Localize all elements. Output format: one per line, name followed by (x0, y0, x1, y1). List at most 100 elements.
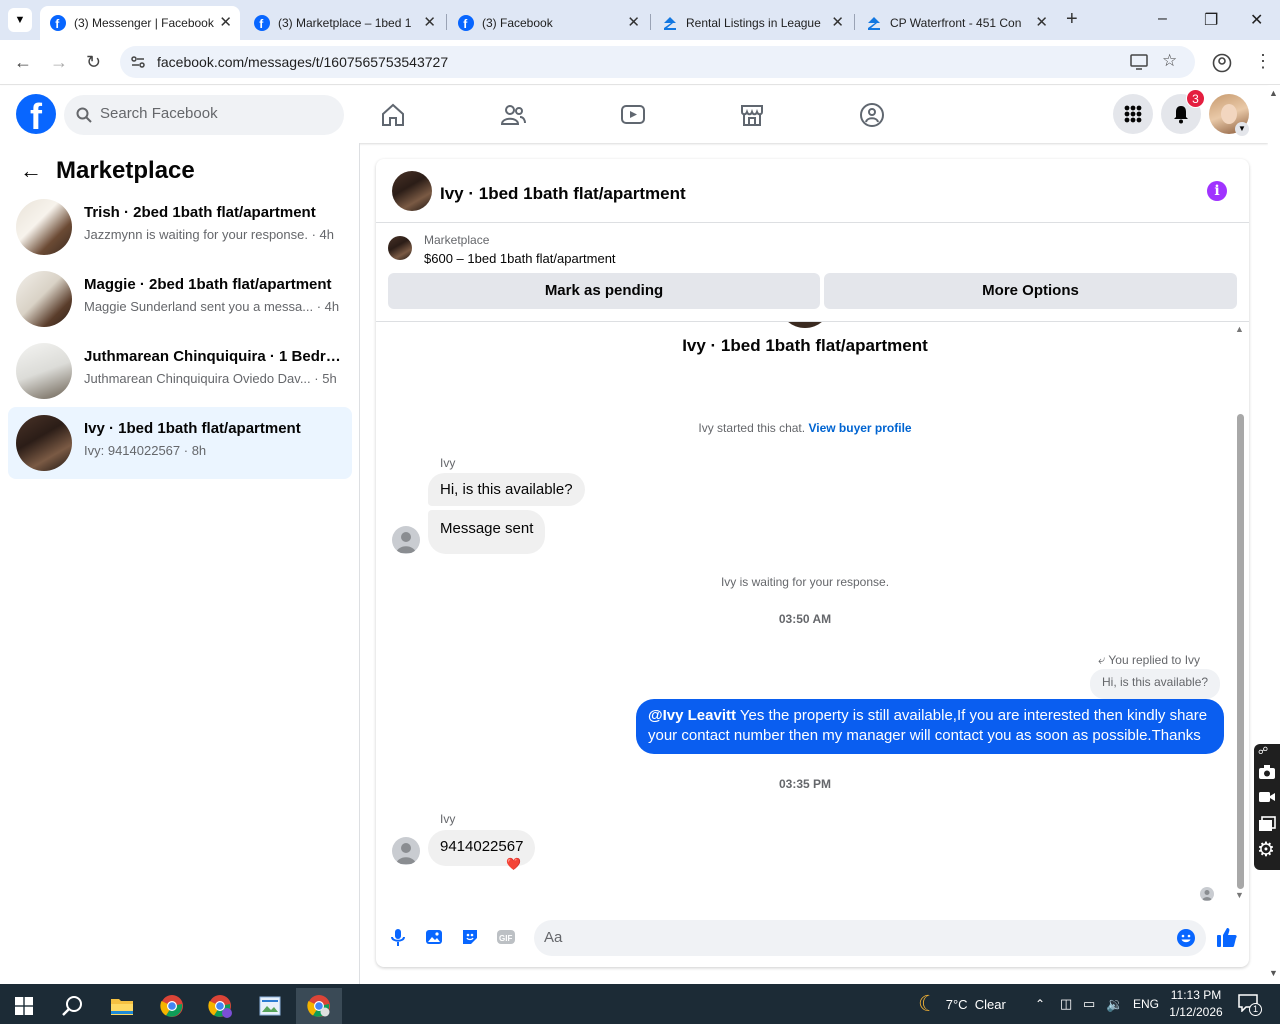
scrollbar-thumb[interactable] (1237, 414, 1244, 889)
chrome-active-button[interactable] (296, 988, 342, 1024)
info-icon[interactable]: i (1207, 181, 1227, 201)
chat-title[interactable]: Ivy · 1bed 1bath flat/apartment (440, 184, 686, 204)
account-chevron-icon[interactable]: ▼ (1235, 122, 1249, 136)
listing-price[interactable]: $600 – 1bed 1bath flat/apartment (424, 251, 616, 266)
search-input[interactable] (100, 105, 330, 122)
more-options-button[interactable]: More Options (824, 273, 1237, 309)
network-icon[interactable]: ▭ (1083, 984, 1095, 1024)
tab-title: (3) Marketplace – 1bed 1 (278, 16, 412, 30)
home-icon[interactable] (380, 102, 406, 128)
restore-icon[interactable]: ❐ (1204, 10, 1218, 30)
scroll-down-arrow-icon[interactable]: ▼ (1235, 890, 1244, 900)
mention[interactable]: @Ivy Leavitt (648, 707, 736, 724)
tab-messenger[interactable]: f (3) Messenger | Facebook ✕ (40, 6, 240, 40)
clock[interactable]: 11:13 PM 1/12/2026 (1166, 987, 1226, 1021)
taskbar-search-button[interactable] (50, 988, 94, 1024)
scroll-up-arrow-icon[interactable]: ▲ (1269, 88, 1278, 98)
emoji-icon[interactable] (1176, 928, 1196, 948)
back-arrow-icon[interactable]: ← (14, 52, 32, 73)
groups-icon[interactable] (859, 102, 885, 128)
tab-rental-listings[interactable]: Rental Listings in League ✕ (652, 6, 852, 40)
weather-widget[interactable]: ☾ 7°C Clear (918, 984, 1006, 1024)
intro-title: Ivy · 1bed 1bath flat/apartment (682, 336, 928, 355)
tab-search-dropdown[interactable]: ▼ (8, 8, 32, 32)
intro-avatar (780, 322, 830, 328)
chrome-button[interactable] (150, 988, 194, 1024)
site-settings-icon[interactable] (130, 54, 146, 70)
sender-avatar[interactable] (392, 837, 420, 865)
marketplace-icon[interactable] (739, 102, 765, 128)
language-indicator[interactable]: ENG (1133, 984, 1159, 1024)
gear-icon[interactable]: ⚙ (1257, 840, 1275, 860)
sticker-icon[interactable] (460, 927, 480, 947)
photo-icon[interactable] (424, 927, 444, 947)
friends-icon[interactable] (500, 102, 526, 128)
conversation-item[interactable]: Maggie · 2bed 1bath flat/apartment Maggi… (8, 263, 352, 335)
video-camera-icon[interactable] (1258, 790, 1276, 804)
photos-app-button[interactable] (248, 988, 292, 1024)
tab-title: CP Waterfront - 451 Con (890, 16, 1022, 30)
address-bar[interactable]: facebook.com/messages/t/1607565753543727… (120, 46, 1195, 78)
tab-cp-waterfront[interactable]: CP Waterfront - 451 Con ✕ (856, 6, 1056, 40)
heart-reaction[interactable]: ❤️ (506, 857, 521, 871)
chat-avatar[interactable] (392, 171, 432, 211)
facebook-favicon-icon: f (50, 15, 66, 31)
search-box[interactable] (64, 95, 344, 135)
volume-icon[interactable]: 🔉 (1106, 984, 1123, 1024)
browser-tab-strip: ▼ f (3) Messenger | Facebook ✕ f (3) Mar… (0, 0, 1280, 40)
moon-icon: ☾ (918, 991, 938, 1016)
conversation-item[interactable]: Juthmarean Chinquiquira · 1 Bedro... Jut… (8, 335, 352, 407)
chrome-profile-button[interactable] (198, 988, 242, 1024)
chat-started-notice: Ivy started this chat. View buyer profil… (376, 421, 1234, 435)
bookmark-star-icon[interactable]: ☆ (1162, 51, 1177, 71)
start-button[interactable] (2, 988, 46, 1024)
install-app-icon[interactable] (1130, 54, 1148, 70)
message-input-box[interactable] (534, 920, 1206, 956)
like-thumb-icon[interactable] (1216, 926, 1238, 948)
camera-icon[interactable] (1258, 764, 1276, 780)
sender-avatar[interactable] (392, 526, 420, 554)
received-message[interactable]: Message sent (428, 510, 546, 554)
close-tab-icon[interactable]: ✕ (219, 15, 232, 31)
conversation-item-selected[interactable]: Ivy · 1bed 1bath flat/apartment Ivy: 941… (8, 407, 352, 479)
gif-icon[interactable]: GIF (496, 927, 516, 947)
facebook-logo-icon[interactable]: f (16, 94, 56, 134)
tab-facebook[interactable]: f (3) Facebook ✕ (448, 6, 648, 40)
close-tab-icon[interactable]: ✕ (423, 15, 436, 31)
received-message[interactable]: Hi, is this available? (428, 473, 585, 506)
link-icon[interactable]: ☍ (1258, 746, 1268, 757)
back-arrow-icon[interactable]: ← (20, 158, 42, 184)
reload-icon[interactable]: ↻ (86, 52, 101, 73)
message-input[interactable] (544, 929, 1144, 946)
file-explorer-button[interactable] (100, 988, 144, 1024)
tray-app-icon[interactable]: ◫ (1060, 984, 1072, 1024)
show-hidden-icons-button[interactable]: ⌃ (1035, 984, 1045, 1024)
close-tab-icon[interactable]: ✕ (1035, 15, 1048, 31)
sender-name: Ivy (440, 812, 456, 826)
listing-thumbnail[interactable] (388, 236, 412, 260)
conversation-item[interactable]: Trish · 2bed 1bath flat/apartment Jazzmy… (8, 191, 352, 263)
marketplace-header: ← Marketplace (20, 157, 195, 185)
forward-arrow-icon[interactable]: → (50, 52, 68, 73)
minimize-icon[interactable]: – (1158, 10, 1167, 28)
close-tab-icon[interactable]: ✕ (627, 15, 640, 31)
scroll-up-arrow-icon[interactable]: ▲ (1235, 324, 1244, 334)
view-buyer-profile-link[interactable]: View buyer profile (808, 421, 911, 435)
tab-marketplace[interactable]: f (3) Marketplace – 1bed 1 ✕ (244, 6, 444, 40)
quoted-message[interactable]: Hi, is this available? (1090, 669, 1221, 699)
new-tab-button[interactable]: + (1066, 8, 1078, 31)
browser-menu-icon[interactable]: ⋮ (1254, 51, 1272, 72)
microphone-icon[interactable] (388, 927, 408, 947)
notification-center-button[interactable]: 1 (1238, 994, 1262, 1016)
menu-grid-button[interactable] (1113, 94, 1153, 134)
message-scrollbar[interactable]: ▲ ▼ (1235, 324, 1247, 902)
window-capture-icon[interactable] (1258, 816, 1276, 832)
profile-icon[interactable] (1212, 53, 1232, 73)
close-tab-icon[interactable]: ✕ (831, 15, 844, 31)
close-window-icon[interactable]: ✕ (1250, 10, 1263, 30)
video-icon[interactable] (620, 102, 646, 128)
default-user-icon (396, 532, 416, 553)
scroll-down-arrow-icon[interactable]: ▼ (1269, 968, 1278, 978)
mark-as-pending-button[interactable]: Mark as pending (388, 273, 820, 309)
sent-message[interactable]: @Ivy Leavitt Yes the property is still a… (636, 699, 1224, 754)
